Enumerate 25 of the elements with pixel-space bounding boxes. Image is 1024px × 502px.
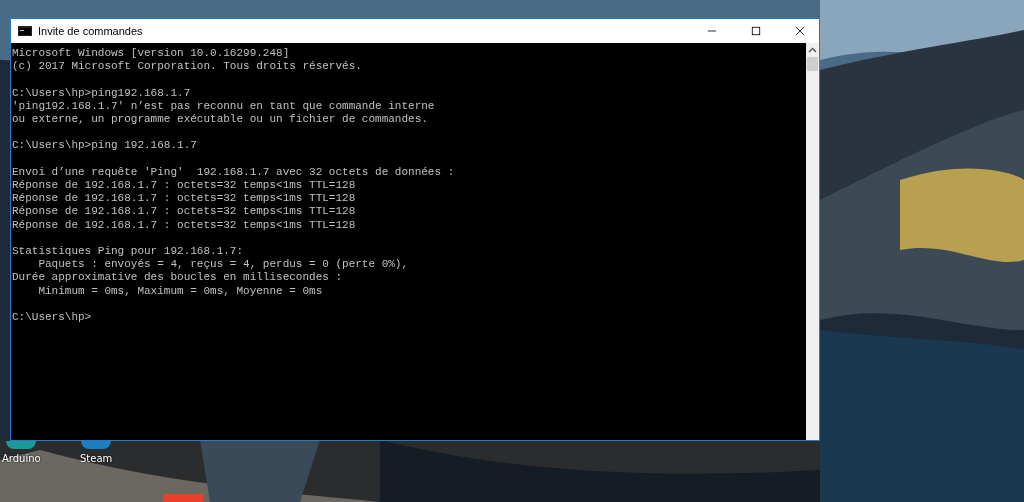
console-line: Paquets : envoyés = 4, reçus = 4, perdus = 0 (perte 0%), [37,258,410,272]
console-line: Minimum = 0ms, Maximum = 0ms, Moyenne = 0ms [37,284,324,298]
console-line: Réponse de 192.168.1.7 : octets=32 temps<1ms TTL=128 [12,218,357,232]
console-line: 'ping192.168.1.7' n’est pas reconnu en tant que commande interne [12,99,436,113]
console-line: Réponse de 192.168.1.7 : octets=32 temps<1ms TTL=128 [12,192,357,206]
window-title: Invite de commandes [38,25,143,37]
console-line: Réponse de 192.168.1.7 : octets=32 temps<1ms TTL=128 [12,205,357,219]
desktop-icon[interactable]: Arduino [2,441,41,464]
scrollbar[interactable] [806,43,819,440]
desktop-icon[interactable]: Steam [80,441,113,464]
console-line: C:\Users\hp>ping 192.168.1.7 [12,139,198,153]
console-line: (c) 2017 Microsoft Corporation. Tous droits réservés. [12,60,363,74]
console-line: Microsoft Windows [version 10.0.16299.248] [12,47,291,61]
scroll-up-icon[interactable] [808,47,817,53]
app-icon [6,441,37,449]
console-line: ou externe, un programme exécutable ou un fichier de commandes. [12,113,429,127]
scroll-thumb[interactable] [807,57,818,71]
terminal-icon [18,26,32,36]
console-line: Réponse de 192.168.1.7 : octets=32 temps<1ms TTL=128 [12,179,357,193]
console-line: C:\Users\hp>ping192.168.1.7 [12,86,192,100]
app-icon [81,441,112,449]
console-line: Envoi d’une requête 'Ping' 192.168.1.7 avec 32 octets de données : [12,165,456,179]
console-line: Statistiques Ping pour 192.168.1.7: [12,245,245,259]
console-line: Durée approximative des boucles en millisecondes : [12,271,344,285]
console-line: C:\Users\hp> [12,311,93,325]
